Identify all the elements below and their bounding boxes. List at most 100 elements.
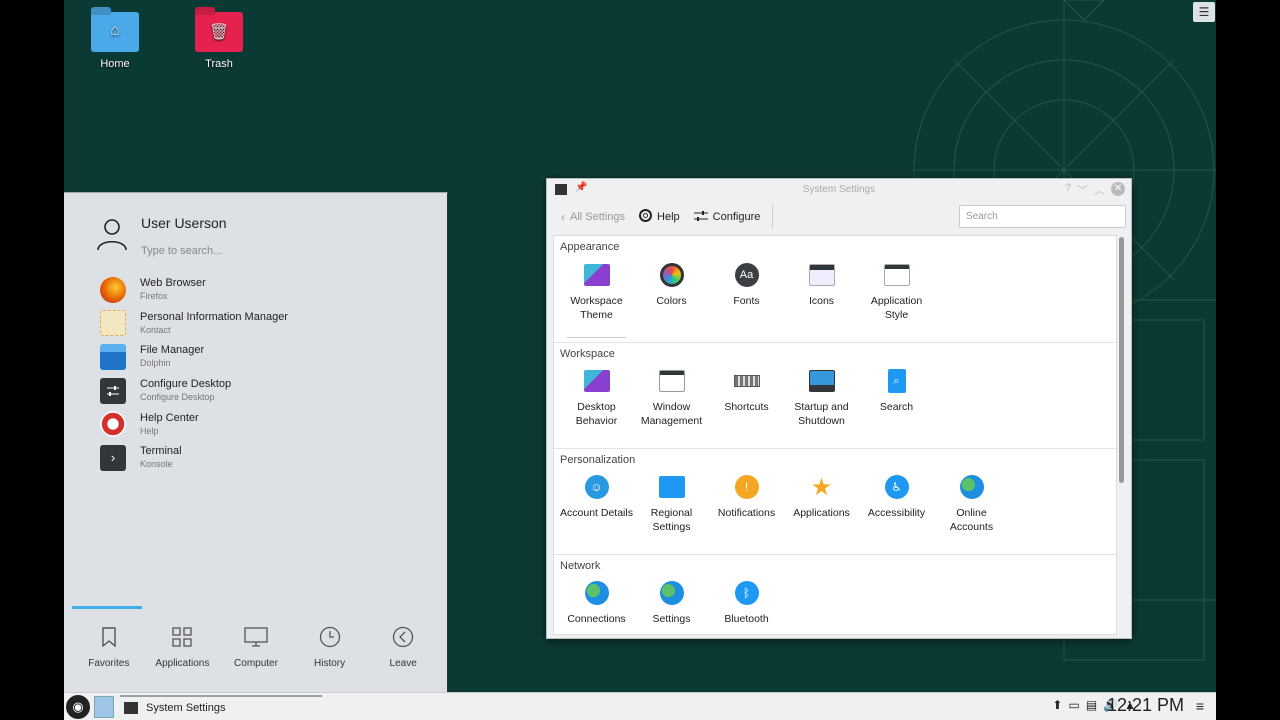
- item-label: Search: [879, 401, 914, 413]
- tab-label: History: [314, 658, 346, 669]
- help-button[interactable]: Help: [639, 209, 680, 225]
- configure-sliders-icon: [693, 210, 708, 225]
- settings-item-desktop-behavior[interactable]: Desktop Behavior: [559, 360, 634, 448]
- tab-history[interactable]: History: [293, 614, 367, 676]
- settings-item-applications[interactable]: ★ Applications: [784, 466, 859, 554]
- toolbar-separator: [772, 205, 774, 229]
- category-items: Workspace Theme Colors Aa Fonts Icons Ap…: [554, 254, 1116, 342]
- settings-item-shortcuts[interactable]: Shortcuts: [709, 360, 784, 448]
- settings-item-startup-shutdown[interactable]: Startup and Shutdown: [784, 360, 859, 448]
- settings-item-window-management[interactable]: Window Management: [634, 360, 709, 448]
- settings-item-accessibility[interactable]: ♿ Accessibility: [859, 466, 934, 554]
- item-label: Accessibility: [867, 507, 926, 519]
- startup-icon: [808, 368, 835, 394]
- kontact-icon: [100, 310, 126, 337]
- star-icon: ★: [810, 473, 833, 501]
- help-label: Help: [657, 211, 680, 223]
- settings-item-fonts[interactable]: Aa Fonts: [709, 254, 784, 342]
- globe-icon: [659, 580, 685, 606]
- desktop-icon-label: Home: [100, 58, 130, 70]
- item-label: Regional Settings: [650, 507, 693, 533]
- all-settings-button[interactable]: ‹ All Settings: [561, 210, 625, 224]
- close-button[interactable]: ✕: [1111, 182, 1125, 196]
- settings-item-workspace-theme[interactable]: Workspace Theme: [559, 254, 634, 342]
- chevron-left-icon: ‹: [561, 210, 565, 224]
- desktop-icon-home[interactable]: ⌂ Home: [70, 12, 160, 70]
- favorite-pim[interactable]: Personal Information Manager Kontact: [100, 307, 430, 341]
- settings-item-notifications[interactable]: ! Notifications: [709, 466, 784, 554]
- help-icon: [100, 411, 126, 438]
- user-name: User Userson: [141, 215, 227, 231]
- favorite-configure-desktop[interactable]: Configure Desktop Configure Desktop: [100, 374, 430, 408]
- favorite-web-browser[interactable]: Web Browser Firefox: [100, 273, 430, 307]
- category-header: Workspace: [554, 342, 1116, 360]
- favorite-sub: Configure Desktop: [140, 392, 215, 403]
- user-avatar-icon: [97, 219, 127, 251]
- task-label: System Settings: [146, 702, 226, 714]
- back-label: All Settings: [570, 211, 626, 223]
- tab-computer[interactable]: Computer: [219, 614, 293, 676]
- settings-item-icons[interactable]: Icons: [784, 254, 859, 342]
- favorite-name: File Manager: [140, 344, 205, 357]
- settings-item-network-settings[interactable]: Settings: [634, 572, 709, 634]
- maximize-button[interactable]: ︿: [1094, 182, 1105, 198]
- favorites-list: Web Browser Firefox Personal Information …: [100, 273, 430, 475]
- updates-icon[interactable]: ⬆: [1052, 698, 1062, 712]
- favorite-file-manager[interactable]: File Manager Dolphin: [100, 340, 430, 374]
- category-header: Network: [554, 554, 1116, 572]
- favorite-name: Help Center: [140, 411, 199, 424]
- settings-search-input[interactable]: Search: [959, 205, 1126, 228]
- item-label: Notifications: [717, 507, 776, 519]
- desktop-pager[interactable]: [94, 696, 114, 718]
- item-label: Online Accounts: [949, 507, 994, 533]
- launcher-search-input[interactable]: Type to search...: [141, 245, 222, 257]
- favorite-sub: Kontact: [140, 324, 171, 335]
- tab-applications[interactable]: Applications: [146, 614, 220, 676]
- application-menu-button[interactable]: ◉: [66, 695, 90, 719]
- scrollbar[interactable]: [1119, 237, 1124, 483]
- settings-item-connections[interactable]: Connections: [559, 572, 634, 634]
- favorite-help-center[interactable]: Help Center Help: [100, 407, 430, 441]
- settings-item-colors[interactable]: Colors: [634, 254, 709, 342]
- clipboard-icon[interactable]: ▤: [1086, 698, 1097, 712]
- item-label: Fonts: [733, 295, 760, 307]
- item-label: Settings: [652, 613, 691, 625]
- panel-options-icon[interactable]: ≡: [1196, 698, 1204, 714]
- minimize-button[interactable]: ﹀: [1077, 182, 1088, 198]
- settings-item-bluetooth[interactable]: ᛒ Bluetooth: [709, 572, 784, 634]
- desktop-behavior-icon: [583, 368, 610, 394]
- item-label: Connections: [567, 613, 626, 625]
- favorite-terminal[interactable]: › Terminal Konsole: [100, 441, 430, 475]
- settings-item-regional-settings[interactable]: Regional Settings: [634, 466, 709, 554]
- clock[interactable]: 12:21 PM: [1107, 695, 1184, 716]
- settings-item-online-accounts[interactable]: Online Accounts: [934, 466, 1009, 554]
- task-system-settings[interactable]: System Settings: [120, 695, 322, 719]
- tab-leave[interactable]: Leave: [366, 614, 440, 676]
- tab-label: Applications: [155, 658, 210, 669]
- help-window-button[interactable]: ?: [1065, 182, 1071, 198]
- notifications-icon: !: [734, 474, 760, 500]
- account-icon: ☺: [584, 474, 610, 500]
- category-header: Personalization: [554, 448, 1116, 466]
- favorite-sub: Konsole: [140, 459, 173, 470]
- desktop-toolbox-button[interactable]: ☰: [1193, 2, 1215, 22]
- settings-item-application-style[interactable]: Application Style: [859, 254, 934, 342]
- settings-item-search[interactable]: ⌕ Search: [859, 360, 934, 448]
- tab-label: Computer: [234, 658, 278, 669]
- favorite-name: Terminal: [140, 445, 182, 458]
- fonts-icon: Aa: [734, 262, 760, 288]
- item-label: Startup and Shutdown: [794, 401, 849, 427]
- item-label: Icons: [808, 295, 835, 307]
- item-label: Colors: [656, 295, 687, 307]
- firefox-icon: [100, 276, 126, 303]
- desktop-icon-trash[interactable]: 🗑 Trash: [174, 12, 264, 70]
- configure-button[interactable]: Configure: [693, 210, 760, 225]
- keyboard-icon: [733, 368, 760, 394]
- tab-favorites[interactable]: Favorites: [72, 606, 146, 676]
- letterbox-left: [0, 0, 64, 720]
- devices-icon[interactable]: ▭: [1068, 698, 1079, 712]
- item-label: Bluetooth: [724, 613, 769, 625]
- window-titlebar[interactable]: 📌 System Settings ? ﹀ ︿ ✕: [547, 179, 1131, 201]
- settings-item-account-details[interactable]: ☺ Account Details: [559, 466, 634, 554]
- desktop-icon-label: Trash: [205, 58, 233, 70]
